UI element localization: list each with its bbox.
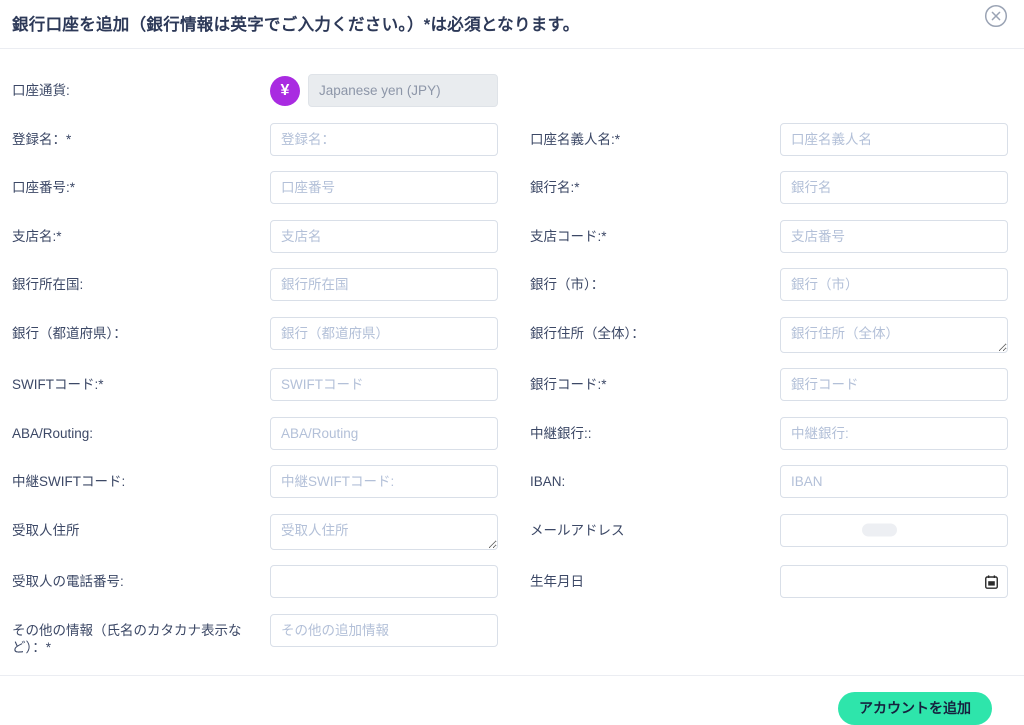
close-icon [983,4,1009,32]
aba-routing-label: ABA/Routing: [12,425,94,441]
account-currency-input [308,74,498,107]
bank-country-label: 銀行所在国: [12,277,84,292]
calendar-icon[interactable] [985,574,998,589]
email-field[interactable] [780,513,1008,547]
bank-code-input[interactable] [780,368,1008,401]
intermediary-bank-label: 中継銀行:: [530,425,592,441]
beneficiary-address-label: 受取人住所 [12,522,80,538]
account-holder-name-label: 口座名義人名:* [530,131,621,147]
modal-footer: アカウントを追加 [0,674,1024,725]
bank-code-label: 銀行コード:* [530,377,607,392]
birthdate-label: 生年月日 [530,574,584,589]
branch-code-label: 支店コード:* [530,228,607,244]
modal-title: 銀行口座を追加（銀行情報は英字でご入力ください。）*は必須となります。 [12,16,580,34]
branch-code-input[interactable] [780,219,1008,253]
beneficiary-address-textarea[interactable] [270,513,498,550]
bank-prefecture-input[interactable] [270,316,498,350]
account-currency-label: 口座通貨: [12,83,70,98]
branch-name-input[interactable] [270,219,498,253]
registered-name-label: 登録名：* [12,131,72,147]
modal-header: 銀行口座を追加（銀行情報は英字でご入力ください。）*は必須となります。 [0,0,1024,49]
swift-code-input[interactable] [270,368,498,401]
add-account-button[interactable]: アカウントを追加 [838,691,992,725]
yen-circle-icon: ¥ [270,75,300,106]
registered-name-input[interactable] [270,122,498,156]
beneficiary-phone-input[interactable] [270,565,498,598]
bank-account-form: 口座通貨: ¥ 登録名：* 口座名義人名:* 口座番号:* 銀行名:* 支店名:… [0,49,1024,657]
bank-name-input[interactable] [780,171,1008,204]
aba-routing-input[interactable] [270,416,498,450]
close-button[interactable] [981,1,1011,31]
add-bank-account-modal: 銀行口座を追加（銀行情報は英字でご入力ください。）*は必須となります。 口座通貨… [0,0,1024,725]
intermediary-swift-input[interactable] [270,465,498,498]
bank-prefecture-label: 銀行（都道府県）： [12,325,127,341]
other-info-label: その他の情報（氏名のカタカナ表示など）：* [12,622,242,656]
branch-name-label: 支店名:* [12,228,62,244]
account-number-input[interactable] [270,171,498,204]
iban-label: IBAN: [530,474,566,489]
swift-code-label: SWIFTコード:* [12,377,104,392]
intermediary-swift-label: 中継SWIFTコード: [12,474,126,489]
bank-address-label: 銀行住所（全体）： [530,325,645,341]
bank-city-input[interactable] [780,268,1008,301]
email-label: メールアドレス [530,522,625,538]
bank-address-textarea[interactable] [780,316,1008,353]
iban-input[interactable] [780,465,1008,498]
intermediary-bank-input[interactable] [780,416,1008,450]
other-info-input[interactable] [270,613,498,647]
bank-name-label: 銀行名:* [530,180,580,195]
skeleton-oval [862,523,898,537]
account-holder-name-input[interactable] [780,122,1008,156]
birthdate-field[interactable] [780,565,1008,598]
bank-country-input[interactable] [270,268,498,301]
bank-city-label: 銀行（市）： [530,277,605,292]
account-number-label: 口座番号:* [12,180,76,195]
beneficiary-phone-label: 受取人の電話番号: [12,574,124,589]
